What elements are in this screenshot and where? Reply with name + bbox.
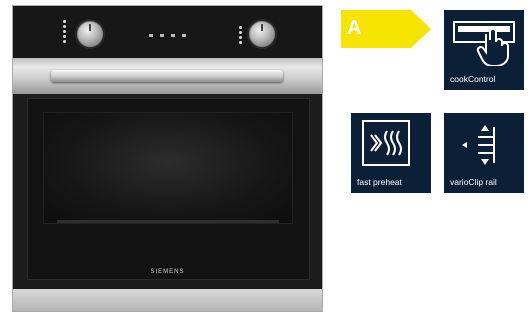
brand-logo: SIEMENS xyxy=(150,269,185,275)
oven-window xyxy=(43,112,293,224)
heat-waves-icon xyxy=(362,120,410,166)
steel-trim-bottom xyxy=(13,289,322,311)
feature-label-varioclip-rail: varioClip rail xyxy=(450,177,497,187)
hand-touch-panel-icon xyxy=(453,21,515,66)
energy-class-badge: A xyxy=(341,10,431,48)
rail-arrows-icon xyxy=(462,125,495,165)
feature-label-fast-preheat: fast preheat xyxy=(357,177,402,187)
oven-product-image: SIEMENS xyxy=(12,5,323,312)
right-knob-markers xyxy=(239,24,247,46)
temperature-knob xyxy=(249,21,275,47)
energy-class-label: A xyxy=(347,17,362,39)
feature-varioclip-rail: varioClip rail xyxy=(444,113,524,193)
oven-display xyxy=(145,14,201,24)
feature-fast-preheat: fast preheat xyxy=(351,113,431,193)
door-handle xyxy=(51,70,283,82)
feature-cookcontrol: cookControl xyxy=(444,10,524,90)
oven-rack xyxy=(57,220,279,223)
left-knob-markers xyxy=(63,18,71,45)
feature-label-cookcontrol: cookControl xyxy=(450,74,496,84)
function-selector-knob xyxy=(77,21,103,47)
display-touch-keys xyxy=(149,34,205,38)
control-panel xyxy=(13,6,322,58)
